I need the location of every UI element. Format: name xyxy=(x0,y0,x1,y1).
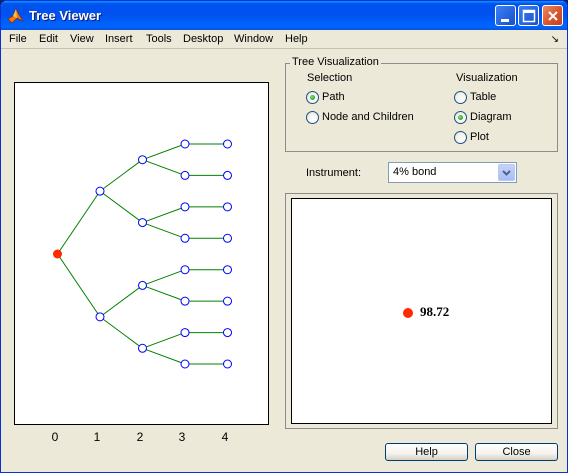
radio-path[interactable] xyxy=(306,91,319,104)
tree-edge xyxy=(99,190,143,223)
tree-node[interactable] xyxy=(138,280,147,290)
tree-edge xyxy=(142,222,186,239)
close-window-button[interactable] xyxy=(542,5,563,26)
instrument-select[interactable]: 4% bond xyxy=(388,162,517,183)
menu-desktop[interactable]: Desktop xyxy=(183,33,223,45)
minimize-icon xyxy=(501,19,509,22)
tree-edge xyxy=(57,253,101,318)
tree-root-node[interactable] xyxy=(53,249,62,259)
diagram-panel: 98.72 xyxy=(285,193,558,429)
radio-diagram[interactable] xyxy=(454,111,467,124)
menu-help[interactable]: Help xyxy=(285,33,308,45)
tree-edge xyxy=(142,332,186,349)
tree-viewer-window: Tree Viewer File Edit View Insert Tools … xyxy=(0,0,568,473)
minimize-button[interactable] xyxy=(495,5,516,26)
radio-plot[interactable] xyxy=(454,131,467,144)
radio-label-diagram[interactable]: Diagram xyxy=(470,111,512,123)
tree-node[interactable] xyxy=(180,139,190,149)
tree-plot xyxy=(53,139,232,369)
tree-node[interactable] xyxy=(223,296,232,306)
radio-label-path[interactable]: Path xyxy=(322,91,345,103)
x-tick-label: 0 xyxy=(51,430,59,444)
radio-selected-dot xyxy=(310,95,315,100)
selection-heading: Selection xyxy=(307,72,353,84)
chevron-down-icon xyxy=(502,170,511,176)
radio-selected-dot xyxy=(458,115,463,120)
tree-edge xyxy=(99,159,143,192)
instrument-selected-value: 4% bond xyxy=(393,166,437,178)
tree-edge xyxy=(142,159,186,176)
title-bar[interactable]: Tree Viewer xyxy=(1,1,567,30)
maximize-button[interactable] xyxy=(518,5,539,26)
close-icon xyxy=(548,11,558,21)
maximize-icon xyxy=(522,9,536,23)
x-tick-label: 1 xyxy=(93,430,101,444)
close-button[interactable]: Close xyxy=(475,443,558,461)
tree-node[interactable] xyxy=(138,343,147,353)
tree-edge xyxy=(142,269,186,286)
tree-node[interactable] xyxy=(180,233,190,243)
tree-node[interactable] xyxy=(223,328,232,338)
node-marker xyxy=(403,308,413,318)
tree-edge xyxy=(142,206,186,224)
menu-tools[interactable]: Tools xyxy=(146,33,172,45)
radio-node-and-children[interactable] xyxy=(306,111,319,124)
tree-node[interactable] xyxy=(223,202,232,212)
tree-node[interactable] xyxy=(138,155,147,165)
tree-node[interactable] xyxy=(223,233,232,243)
visualization-heading: Visualization xyxy=(456,72,518,84)
menu-file[interactable]: File xyxy=(9,33,27,45)
tree-node[interactable] xyxy=(180,265,190,275)
tree-edge xyxy=(99,316,143,349)
radio-label-node-and-children[interactable]: Node and Children xyxy=(322,111,414,123)
dropdown-button[interactable] xyxy=(498,164,515,181)
node-value: 98.72 xyxy=(420,304,450,319)
dock-arrow-icon[interactable]: ↘ xyxy=(551,34,559,45)
tree-edge xyxy=(99,285,143,318)
tree-edge xyxy=(142,347,186,365)
tree-node[interactable] xyxy=(180,328,190,338)
help-button[interactable]: Help xyxy=(385,443,468,461)
tree-edge xyxy=(142,284,186,302)
tree-node[interactable] xyxy=(223,359,232,369)
menu-view[interactable]: View xyxy=(70,33,94,45)
menu-edit[interactable]: Edit xyxy=(39,33,58,45)
tree-node[interactable] xyxy=(223,139,232,149)
x-tick-label: 3 xyxy=(178,430,186,444)
tree-plot-axes[interactable] xyxy=(14,82,269,425)
x-tick-label: 4 xyxy=(221,430,229,444)
tree-edge xyxy=(57,190,101,255)
tree-node[interactable] xyxy=(180,296,190,306)
tree-edge xyxy=(142,143,186,161)
tree-node[interactable] xyxy=(180,359,190,369)
group-title: Tree Visualization xyxy=(290,56,381,68)
menu-window[interactable]: Window xyxy=(234,33,273,45)
instrument-label: Instrument: xyxy=(306,167,362,179)
tree-node[interactable] xyxy=(180,202,190,212)
tree-node[interactable] xyxy=(138,218,147,228)
tree-node[interactable] xyxy=(95,186,105,196)
x-tick-label: 2 xyxy=(136,430,144,444)
tree-node[interactable] xyxy=(223,265,232,275)
matlab-icon xyxy=(7,8,24,24)
tree-node[interactable] xyxy=(95,312,105,322)
diagram-view: 98.72 xyxy=(291,198,552,424)
tree-node[interactable] xyxy=(223,170,232,180)
radio-table[interactable] xyxy=(454,91,467,104)
menu-insert[interactable]: Insert xyxy=(105,33,133,45)
menu-bar: File Edit View Insert Tools Desktop Wind… xyxy=(1,30,567,49)
window-title: Tree Viewer xyxy=(29,8,102,23)
radio-label-table[interactable]: Table xyxy=(470,91,496,103)
radio-label-plot[interactable]: Plot xyxy=(470,131,489,143)
tree-node[interactable] xyxy=(180,170,190,180)
